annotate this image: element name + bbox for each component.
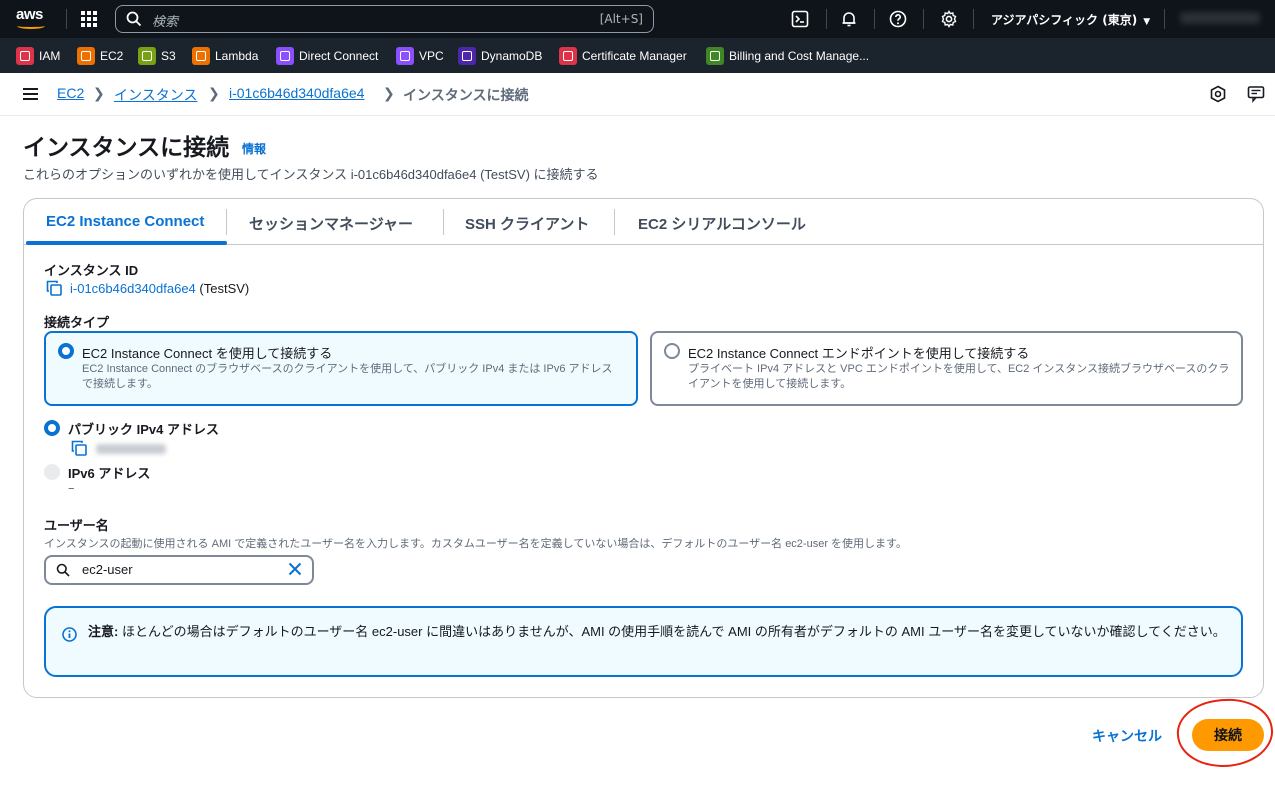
option-description: EC2 Instance Connect のブラウザベースのクライアントを使用し…: [82, 363, 613, 390]
favorite-certificate-manager[interactable]: Certificate Manager: [559, 46, 687, 66]
username-value: ec2-user: [82, 562, 133, 577]
tab-ssh-client[interactable]: SSH クライアント: [465, 213, 589, 234]
notifications-bell-icon[interactable]: [840, 10, 858, 28]
favorite-lambda[interactable]: Lambda: [192, 46, 258, 66]
connection-type-label: 接続タイプ: [44, 315, 110, 330]
tab-divider: [443, 209, 444, 235]
divider: [973, 9, 974, 29]
info-alert: 注意: ほとんどの場合はデフォルトのユーザー名 ec2-user に間違いはあり…: [44, 606, 1243, 677]
certificate-manager-service-icon: [559, 47, 577, 65]
divider: [874, 9, 875, 29]
username-label: ユーザー名: [44, 518, 109, 533]
tab-divider: [614, 209, 615, 235]
favorites-bar: IAM EC2 S3 Lambda Direct Connect VPC Dyn…: [0, 38, 1275, 73]
divider: [1164, 9, 1165, 29]
aws-logo-text: aws: [16, 6, 43, 23]
notifications-panel-icon[interactable]: [1209, 85, 1227, 103]
direct-connect-service-icon: [276, 47, 294, 65]
search-shortcut: [Alt+S]: [599, 12, 643, 26]
settings-gear-icon[interactable]: [940, 10, 958, 28]
cancel-button[interactable]: キャンセル: [1092, 726, 1162, 746]
search-placeholder: 検索: [152, 15, 179, 30]
dynamodb-service-icon: [458, 47, 476, 65]
tab-ec2-instance-connect[interactable]: EC2 Instance Connect: [46, 213, 204, 230]
radio-unselected[interactable]: [664, 343, 680, 359]
ipv6-label: IPv6 アドレス: [68, 466, 151, 481]
option-description: プライベート IPv4 アドレスと VPC エンドポイントを使用して、EC2 イ…: [688, 363, 1230, 390]
chevron-right-icon: ❯: [383, 86, 395, 102]
cloudshell-icon[interactable]: [791, 10, 809, 28]
tab-divider: [226, 209, 227, 235]
divider: [923, 9, 924, 29]
public-ipv4-value-redacted: [96, 444, 166, 454]
public-ipv4-label: パブリック IPv4 アドレス: [68, 422, 219, 437]
caret-down-icon: ▼: [1143, 17, 1151, 27]
breadcrumb-current: インスタンスに接続: [403, 87, 529, 103]
search-icon: [56, 563, 70, 577]
region-label: アジアパシフィック (東京): [991, 13, 1138, 27]
breadcrumb-instances[interactable]: インスタンス: [114, 85, 197, 105]
ec2-service-icon: [77, 47, 95, 65]
chevron-right-icon: ❯: [208, 86, 220, 102]
option-title: EC2 Instance Connect エンドポイントを使用して接続する: [688, 346, 1030, 361]
page-description: これらのオプションのいずれかを使用してインスタンス i-01c6b46d340d…: [23, 167, 599, 182]
region-selector[interactable]: アジアパシフィック (東京) ▼: [991, 11, 1150, 28]
radio-selected[interactable]: [58, 343, 74, 359]
radio-ipv6-disabled[interactable]: [44, 464, 60, 480]
tab-serial-console[interactable]: EC2 シリアルコンソール: [638, 213, 806, 234]
instance-id-value[interactable]: i-01c6b46d340dfa6e4 (TestSV): [70, 281, 249, 296]
favorite-iam[interactable]: IAM: [16, 46, 60, 66]
favorite-dynamodb[interactable]: DynamoDB: [458, 46, 542, 66]
tab-session-manager[interactable]: セッションマネージャー: [249, 213, 413, 234]
username-help-text: インスタンスの起動に使用される AMI で定義されたユーザー名を入力します。カス…: [44, 538, 907, 550]
help-icon[interactable]: [889, 10, 907, 28]
alert-message: 注意: ほとんどの場合はデフォルトのユーザー名 ec2-user に間違いはあり…: [88, 624, 1226, 639]
connection-option-instance-connect[interactable]: EC2 Instance Connect を使用して接続する EC2 Insta…: [44, 331, 638, 406]
chevron-right-icon: ❯: [93, 86, 105, 102]
menu-hamburger-icon[interactable]: [23, 88, 38, 100]
copy-icon[interactable]: [71, 440, 87, 456]
option-title: EC2 Instance Connect を使用して接続する: [82, 346, 333, 361]
username-input[interactable]: ec2-user: [44, 555, 314, 585]
copy-icon[interactable]: [46, 280, 62, 296]
ipv6-value: –: [68, 481, 75, 496]
aws-logo[interactable]: aws: [14, 6, 50, 32]
tab-list: EC2 Instance Connect セッションマネージャー SSH クライ…: [24, 199, 1263, 245]
search-icon: [126, 11, 142, 27]
aws-smile-icon: [17, 23, 45, 29]
favorite-ec2[interactable]: EC2: [77, 46, 123, 66]
connect-container: EC2 Instance Connect セッションマネージャー SSH クライ…: [23, 198, 1264, 698]
divider: [66, 9, 67, 29]
favorite-vpc[interactable]: VPC: [396, 46, 444, 66]
global-search-input[interactable]: 検索 [Alt+S]: [115, 5, 654, 33]
feedback-panel-icon[interactable]: [1247, 85, 1265, 103]
clear-input-icon[interactable]: [288, 562, 302, 576]
radio-public-ipv4[interactable]: [44, 420, 60, 436]
lambda-service-icon: [192, 47, 210, 65]
s3-service-icon: [138, 47, 156, 65]
info-link[interactable]: 情報: [242, 140, 266, 157]
breadcrumb-ec2[interactable]: EC2: [57, 85, 84, 101]
services-grid-icon[interactable]: [81, 11, 97, 27]
divider: [826, 9, 827, 29]
connection-option-endpoint[interactable]: EC2 Instance Connect エンドポイントを使用して接続する プラ…: [650, 331, 1243, 406]
breadcrumb-instance-id[interactable]: i-01c6b46d340dfa6e4: [229, 85, 364, 101]
billing-service-icon: [706, 47, 724, 65]
instance-id-label: インスタンス ID: [44, 263, 139, 278]
favorite-s3[interactable]: S3: [138, 46, 176, 66]
account-menu[interactable]: [1180, 12, 1260, 24]
favorite-direct-connect[interactable]: Direct Connect: [276, 46, 378, 66]
info-icon: [62, 627, 77, 642]
annotation-circle: [1173, 694, 1275, 772]
iam-service-icon: [16, 47, 34, 65]
page-title: インスタンスに接続: [23, 134, 230, 160]
top-navigation: aws 検索 [Alt+S] アジアパシフィック (東京) ▼: [0, 0, 1275, 38]
vpc-service-icon: [396, 47, 414, 65]
breadcrumb-bar: EC2 ❯ インスタンス ❯ i-01c6b46d340dfa6e4 ❯ インス…: [0, 73, 1275, 116]
active-tab-indicator: [26, 241, 227, 245]
favorite-billing[interactable]: Billing and Cost Manage...: [706, 46, 869, 66]
